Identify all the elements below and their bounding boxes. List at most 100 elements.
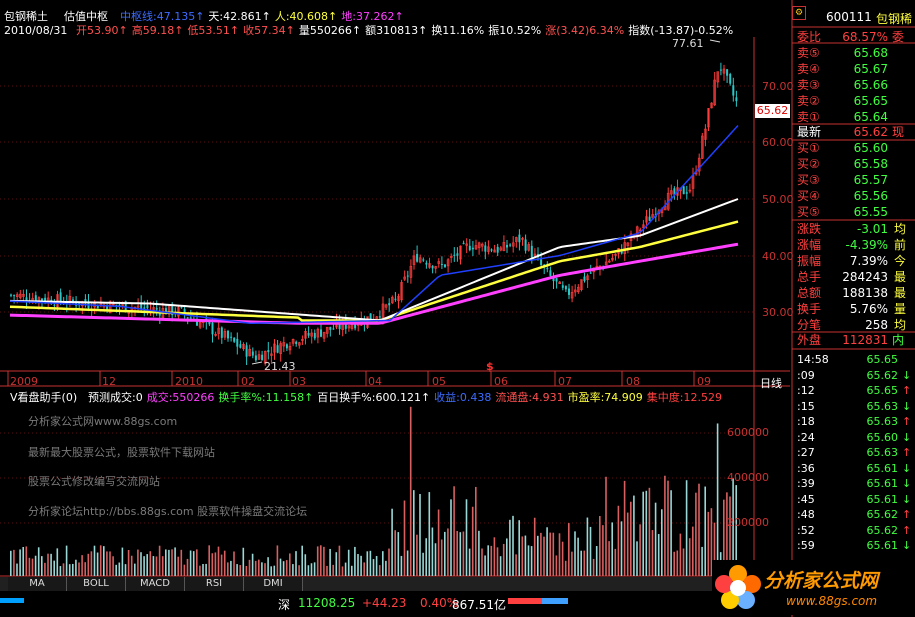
- volume-bar: [614, 548, 617, 576]
- candle-body: [729, 74, 732, 84]
- bid-row-value: 65.58: [853, 157, 888, 171]
- trade-time: :36: [797, 461, 815, 475]
- tab-macd[interactable]: MACD: [126, 577, 185, 591]
- volume-bar: [289, 553, 291, 576]
- volume-bar: [106, 551, 108, 576]
- last-extra: 现: [892, 125, 905, 139]
- ask-row-value: 65.68: [853, 46, 888, 60]
- ask-row-label: 卖⑤: [797, 46, 820, 60]
- flower-icon: [715, 565, 761, 609]
- tab-rsi[interactable]: RSI: [185, 577, 244, 591]
- candle-body: [583, 276, 586, 282]
- outer-label: 外盘: [797, 333, 822, 347]
- bid-row-value: 65.56: [853, 189, 888, 203]
- volume-stat: 集中度:12.529: [646, 391, 722, 404]
- trade-price: 65.60: [866, 430, 899, 444]
- volume-bar: [437, 509, 440, 576]
- volume-bar: [276, 545, 279, 576]
- trade-time: :09: [797, 368, 815, 382]
- candle-body: [506, 244, 508, 248]
- candle-body: [143, 307, 146, 309]
- volume-stat: 流通盘:4.931: [495, 391, 564, 404]
- candle-body: [456, 253, 459, 256]
- volume-bar: [180, 549, 183, 576]
- volume-bar: [174, 547, 176, 576]
- low-pointer: [251, 361, 263, 365]
- candle-body: [524, 239, 527, 251]
- volume-bar: [580, 550, 582, 576]
- candle-body: [564, 286, 567, 290]
- tab-dmi[interactable]: DMI: [244, 577, 303, 591]
- volume-bar: [657, 534, 660, 576]
- volume-bar: [564, 560, 567, 576]
- watermark-text: 分析家公式网www.88gs.com: [28, 415, 178, 428]
- volume-bar: [326, 565, 328, 576]
- volume-bar: [347, 549, 350, 576]
- ohlc-values: 开53.90↑ 高59.18↑ 低53.51↑ 收57.34↑ 量550266↑ 额310…: [76, 24, 737, 37]
- tab-ma[interactable]: MA: [8, 577, 67, 591]
- candle-body: [444, 264, 446, 267]
- trade-direction: ↑: [902, 415, 912, 428]
- candle-body: [208, 322, 211, 325]
- volume-bar: [716, 423, 719, 576]
- volume-bar: [22, 546, 24, 576]
- candle-body: [431, 265, 434, 269]
- volume-bar: [685, 480, 688, 576]
- candle-body: [186, 317, 189, 319]
- volume-bar: [617, 505, 620, 576]
- candle-body: [471, 247, 474, 250]
- site-logo[interactable]: 分析家公式网 www.88gs.com: [712, 560, 912, 615]
- quote-value: 开53.90↑: [76, 24, 128, 37]
- volume-bar: [13, 549, 15, 576]
- volume-bar: [537, 535, 539, 576]
- candle-body: [549, 270, 552, 276]
- ask-row-label: 卖③: [797, 78, 820, 92]
- volume-bar: [124, 564, 127, 576]
- stat-row-label: 换手: [797, 302, 822, 316]
- volume-bar: [360, 555, 362, 576]
- volume-bar: [165, 549, 167, 576]
- volume-bar: [214, 552, 217, 576]
- candle-body: [189, 317, 192, 319]
- candle-body: [462, 242, 465, 244]
- ask-row-value: 65.65: [853, 94, 888, 108]
- stat-row-label: 分笔: [797, 318, 822, 332]
- volume-bar: [341, 566, 344, 576]
- volume-bar: [254, 560, 257, 576]
- trade-price: 65.63: [866, 399, 899, 413]
- month-label: 2009: [10, 375, 38, 388]
- volume-bar: [199, 565, 201, 576]
- volume-bar: [540, 532, 542, 576]
- event-marker[interactable]: $: [486, 360, 494, 373]
- ask-row-label: 卖①: [797, 110, 820, 124]
- stat-row-label: 涨跌: [797, 222, 822, 236]
- volume-bar: [518, 520, 520, 576]
- volume-bar: [648, 487, 651, 576]
- tab-boll[interactable]: BOLL: [67, 577, 126, 591]
- stat-row-extra: 今: [894, 254, 907, 268]
- volume-bar: [450, 499, 452, 576]
- volume-bar: [208, 545, 210, 576]
- volume-bar: [487, 545, 489, 576]
- indicator-value: 天:42.861↑: [208, 10, 271, 23]
- candle-body: [440, 263, 443, 265]
- volume-bar: [223, 550, 226, 576]
- candle-body: [509, 244, 512, 246]
- outer-value: 112831: [842, 333, 888, 347]
- candle-body: [267, 350, 270, 353]
- bid-row-value: 65.57: [853, 173, 888, 187]
- volume-bar: [68, 564, 71, 576]
- volume-bar: [630, 501, 632, 576]
- trade-time: :12: [797, 384, 815, 397]
- period-label[interactable]: 日线: [760, 375, 782, 391]
- volume-bar: [673, 551, 675, 576]
- trade-time: :18: [797, 415, 815, 428]
- candle-body: [285, 344, 288, 349]
- candle-body: [546, 268, 549, 270]
- volume-bar: [527, 545, 530, 576]
- stock-name: 包钢稀土: [4, 10, 48, 23]
- volume-bar: [127, 549, 130, 576]
- indicator-values: 中枢线:47.135↑ 天:42.861↑ 人:40.608↑ 地:37.262↑: [120, 10, 408, 23]
- lock-icon[interactable]: ⚙: [792, 6, 806, 20]
- volume-bar: [313, 562, 316, 576]
